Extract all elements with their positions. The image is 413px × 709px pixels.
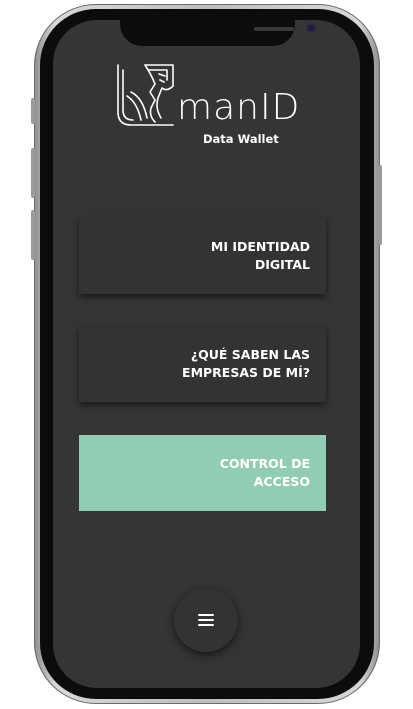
button-label: CONTROL DE ACCESO — [219, 456, 310, 489]
button-label: ¿QUÉ SABEN LAS EMPRESAS DE MÍ? — [182, 347, 310, 380]
phone-screen: manID Data Wallet MI IDENTIDAD DIGITAL ¿… — [53, 20, 360, 688]
phone-side-button — [31, 210, 35, 260]
que-saben-las-empresas-button[interactable]: ¿QUÉ SABEN LAS EMPRESAS DE MÍ? — [79, 326, 326, 402]
front-camera — [306, 23, 316, 33]
mi-identidad-digital-button[interactable]: MI IDENTIDAD DIGITAL — [79, 218, 326, 294]
button-label: MI IDENTIDAD DIGITAL — [210, 239, 310, 272]
speaker-grille — [254, 27, 294, 31]
phone-side-button — [31, 148, 35, 198]
logo-mark-icon — [117, 64, 174, 126]
menu-fab-button[interactable] — [174, 588, 238, 652]
logo-subtitle: Data Wallet — [203, 132, 279, 146]
control-de-acceso-button[interactable]: CONTROL DE ACCESO — [79, 435, 326, 511]
notch — [120, 20, 316, 46]
phone-side-button — [378, 165, 382, 245]
hamburger-menu-icon — [198, 614, 214, 626]
app-logo: manID Data Wallet — [115, 62, 299, 147]
logo-text: manID — [177, 87, 301, 128]
phone-side-button — [31, 98, 35, 124]
